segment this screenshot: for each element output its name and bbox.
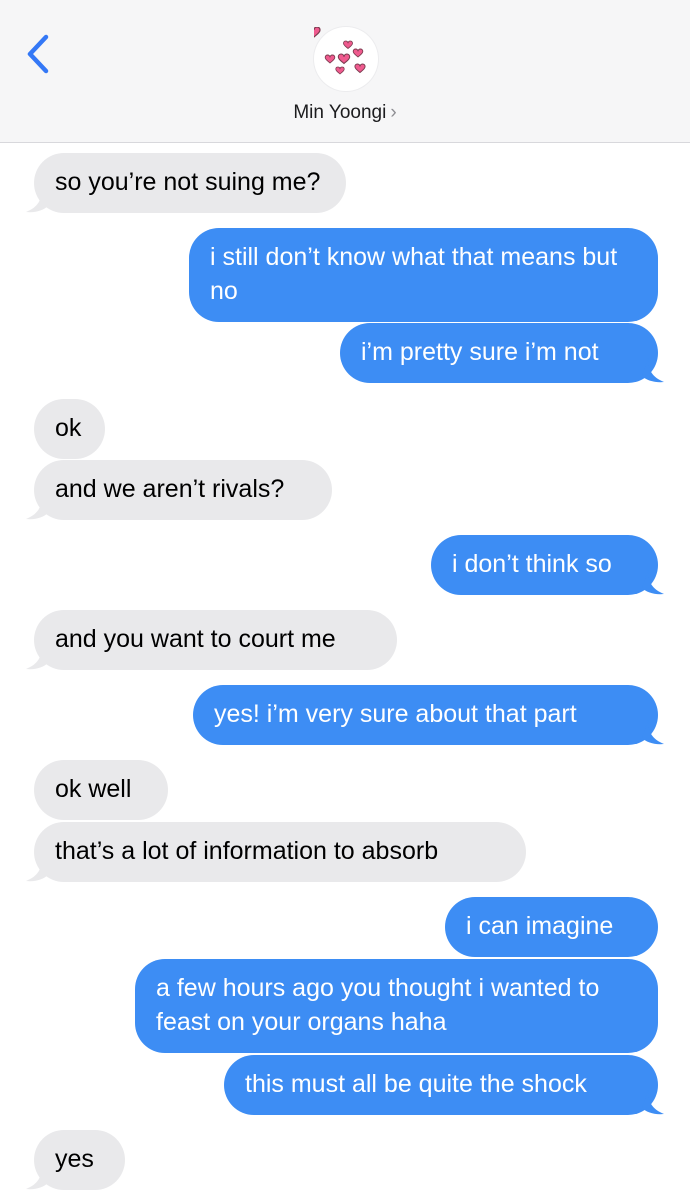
message-bubble-received[interactable]: and we aren’t rivals? [34,460,332,520]
bubble-tail [642,1090,664,1115]
message-bubble-sent[interactable]: i don’t think so [431,535,658,595]
message-bubble-sent[interactable]: i’m pretty sure i’m not [340,323,658,383]
bubble-tail [642,358,664,383]
contact-name-button[interactable]: Min Yoongi › [0,100,690,126]
message-bubble-sent[interactable]: this must all be quite the shock [224,1055,658,1115]
message-bubble-received[interactable]: so you’re not suing me? [34,153,346,213]
bubble-tail [642,720,664,745]
bubble-tail [26,1165,48,1190]
message-bubble-received[interactable]: ok well [34,760,168,820]
message-bubble-received[interactable]: and you want to court me [34,610,397,670]
message-bubble-received[interactable]: ok [34,399,105,459]
bubble-tail [26,495,48,520]
message-bubble-received[interactable]: that’s a lot of information to absorb [34,822,526,882]
bubble-tail [642,570,664,595]
bubble-tail [26,188,48,213]
message-bubble-sent[interactable]: i still don’t know what that means but n… [189,228,658,322]
bubble-tail [26,857,48,882]
avatar[interactable] [307,26,378,91]
chevron-left-icon[interactable] [22,32,56,76]
message-bubble-sent[interactable]: i can imagine [445,897,658,957]
message-bubble-sent[interactable]: a few hours ago you thought i wanted to … [135,959,658,1053]
hearts-icon [307,26,366,75]
bubble-tail [26,645,48,670]
contact-name: Min Yoongi [293,102,387,123]
conversation-header: Min Yoongi › [0,0,690,143]
chevron-right-icon: › [390,102,397,123]
message-bubble-sent[interactable]: yes! i’m very sure about that part [193,685,658,745]
